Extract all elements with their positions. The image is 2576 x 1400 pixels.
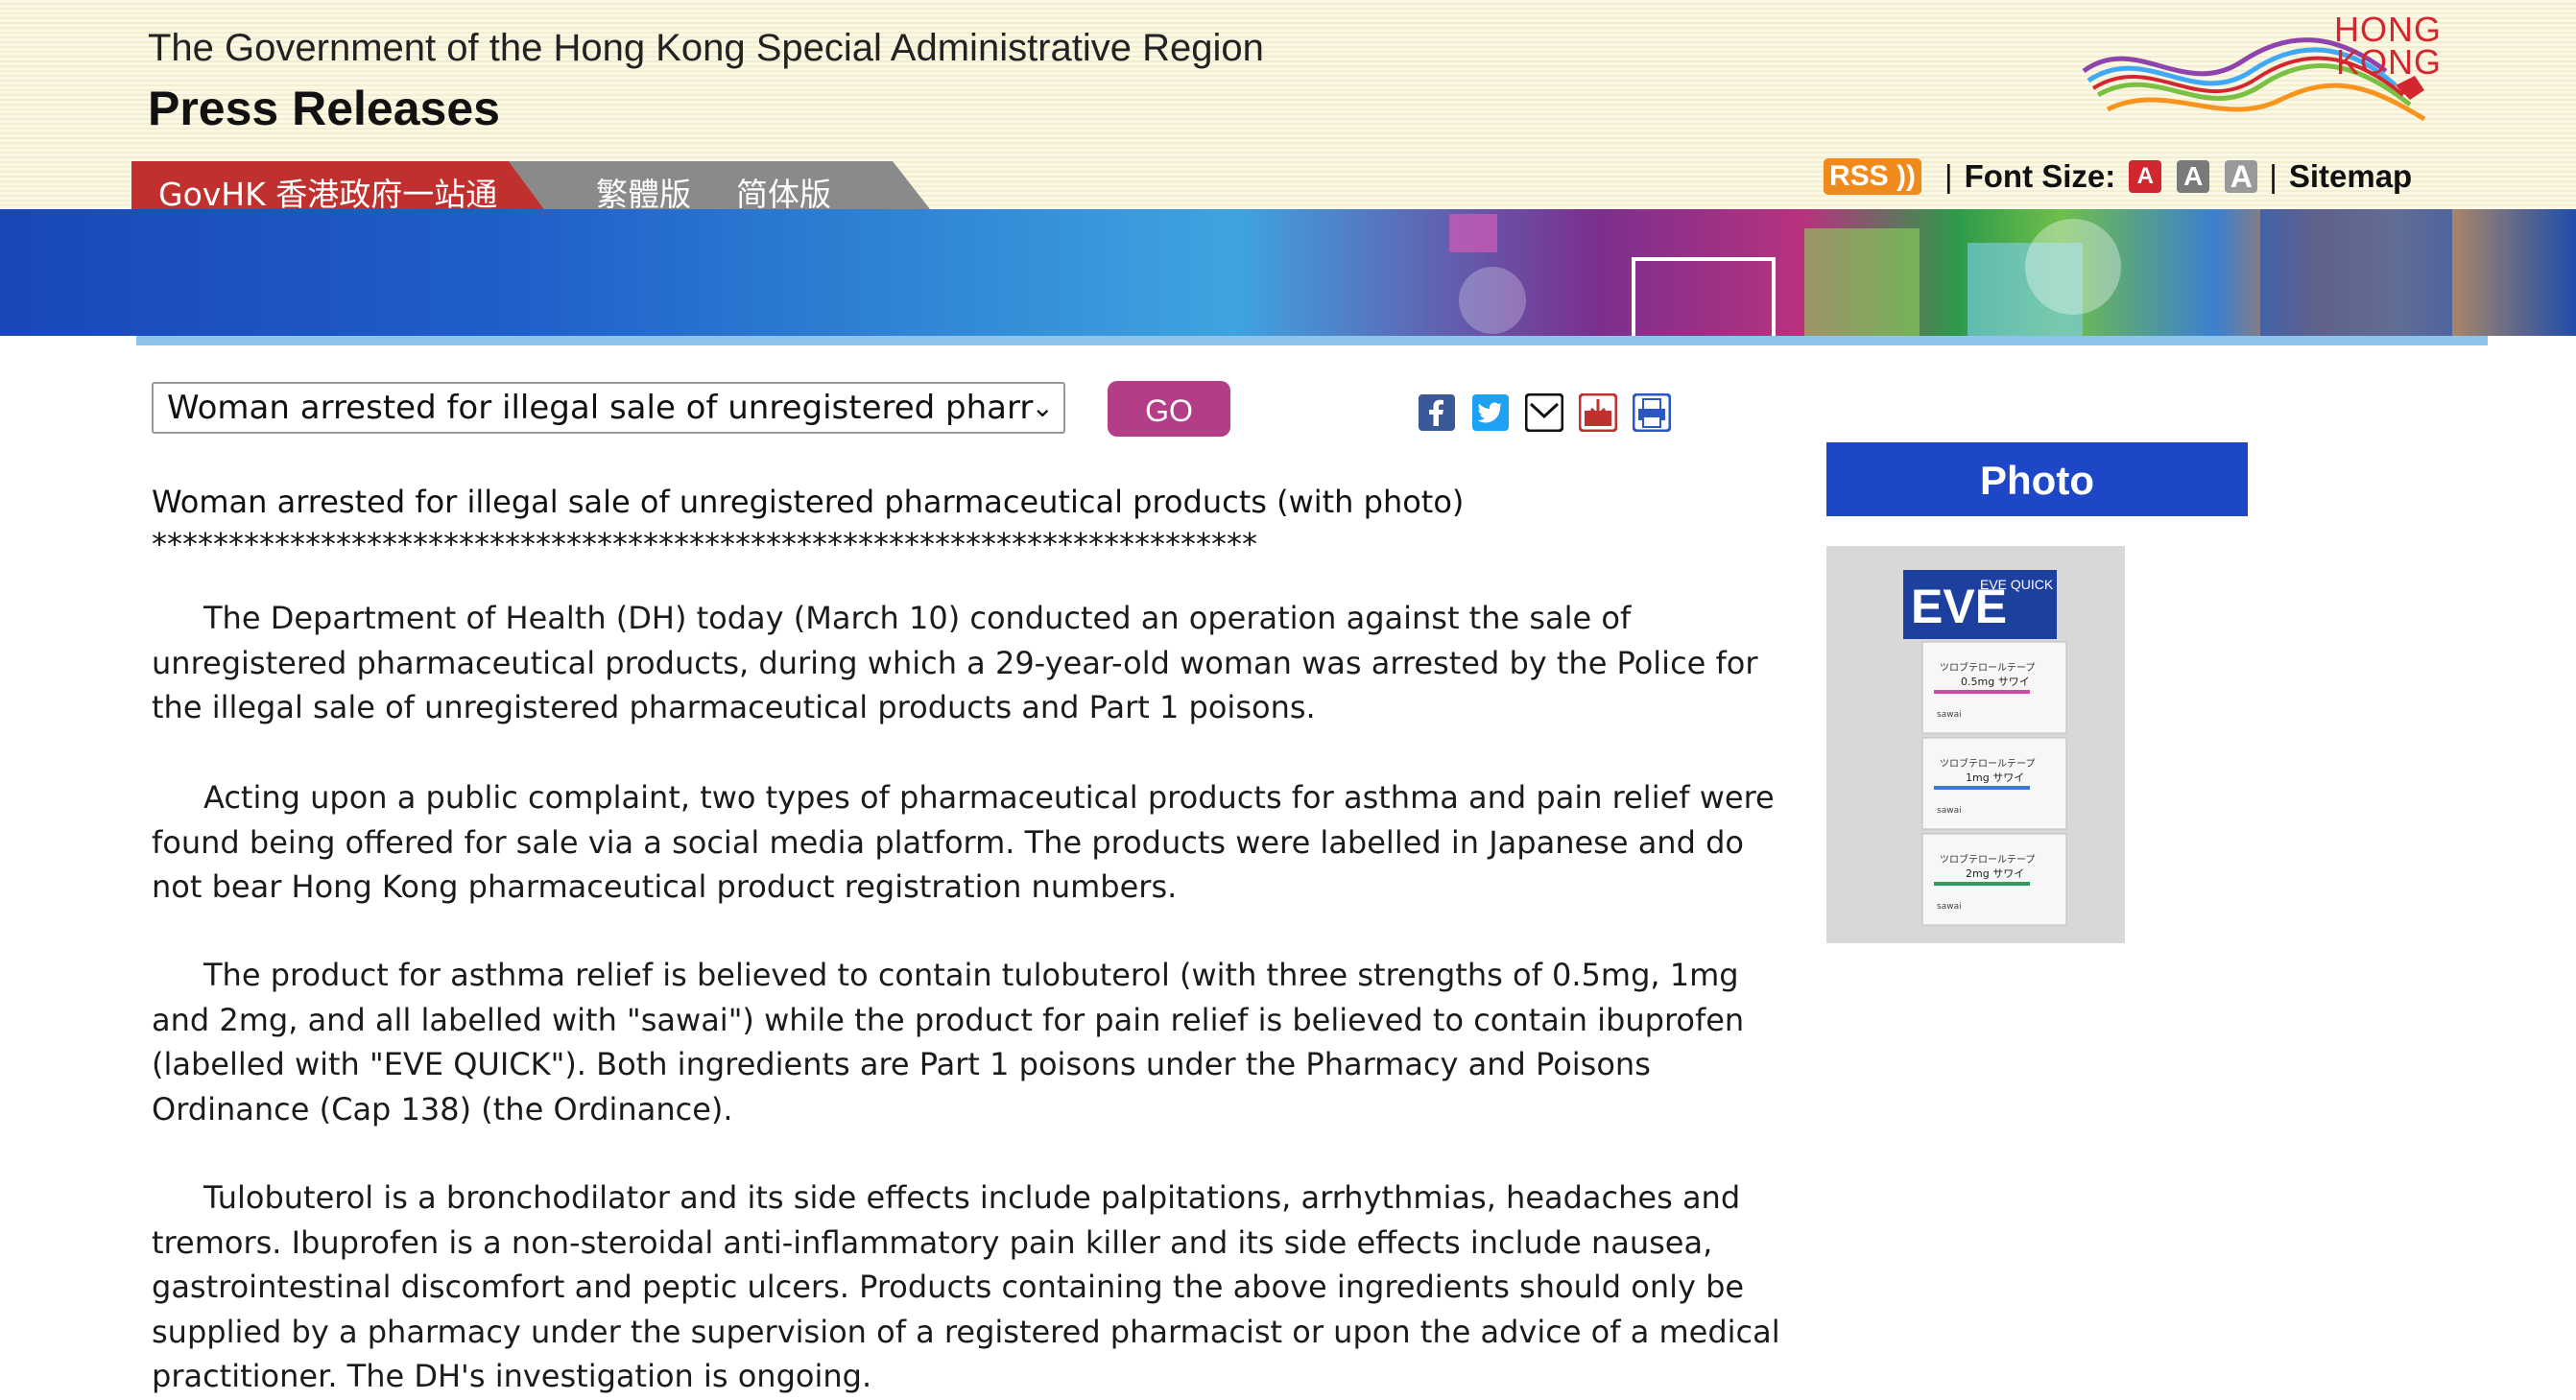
press-release-select[interactable]: Woman arrested for illegal sale of unreg… (152, 382, 1065, 434)
banner-block (2260, 209, 2452, 336)
hong-kong-wordmark: HONG KONG (2334, 10, 2442, 82)
download-icon[interactable] (1579, 393, 1617, 432)
sitemap-link[interactable]: Sitemap (2289, 158, 2412, 195)
chevron-down-icon: ⌄ (1031, 392, 1054, 423)
box-label-text: ツロブテロールテープ (1940, 757, 2035, 770)
page-header: The Government of the Hong Kong Special … (0, 0, 2576, 213)
font-size-small-button[interactable]: A (2129, 160, 2162, 193)
banner-frame (1632, 257, 1776, 336)
page-title: Press Releases (148, 82, 500, 135)
article-paragraph-1: The Department of Health (DH) today (Mar… (152, 600, 1758, 725)
language-bar: GovHK 香港政府一站通 繁體版 简体版 (131, 161, 930, 213)
box-brand-text: sawai (1937, 902, 1962, 912)
go-button[interactable]: GO (1108, 381, 1230, 437)
select-value: Woman arrested for illegal sale of unreg… (167, 389, 1034, 427)
banner-block (1449, 214, 1497, 252)
banner-underline (136, 336, 2488, 345)
rss-button[interactable]: RSS )) (1824, 158, 1922, 195)
article-paragraph-2: Acting upon a public complaint, two type… (152, 779, 1775, 905)
language-tabs (509, 161, 930, 209)
font-size-medium-button[interactable]: A (2177, 160, 2210, 193)
title-divider: ****************************************… (152, 526, 1257, 562)
separator: | (1944, 158, 1953, 194)
font-size-label: Font Size: (1964, 158, 2116, 194)
box-brand-text: sawai (1937, 710, 1962, 720)
header-banner (0, 209, 2576, 336)
rss-label: RSS (1829, 160, 1889, 192)
banner-block (1804, 228, 1920, 336)
article-title: Woman arrested for illegal sale of unreg… (152, 484, 1465, 520)
simplified-chinese-link[interactable]: 简体版 (736, 169, 831, 215)
govhk-link[interactable]: GovHK 香港政府一站通 (158, 169, 497, 215)
print-icon[interactable] (1633, 393, 1671, 432)
government-title: The Government of the Hong Kong Special … (148, 27, 1264, 69)
eve-quick-text: EVE QUICK (1980, 577, 2054, 592)
box-label-text: ツロブテロールテープ (1940, 661, 2035, 674)
font-size-large-button[interactable]: A (2225, 160, 2258, 193)
brand-hong-kong-logo[interactable]: HONG KONG (2079, 10, 2453, 138)
article-paragraph-4: Tulobuterol is a bronchodilator and its … (152, 1179, 1780, 1394)
product-photo-image: EVE EVE QUICK ツロブテロールテープ 0.5mg サワイ sawai… (1826, 546, 2125, 943)
banner-circle (1459, 267, 1526, 334)
banner-circle (2025, 219, 2121, 315)
email-icon[interactable] (1525, 393, 1563, 432)
box-label-text: ツロブテロールテープ (1940, 853, 2035, 866)
box-dose-text: 0.5mg サワイ (1961, 676, 2030, 688)
rss-feed-icon: )) (1888, 160, 1917, 192)
box-dose-text: 1mg サワイ (1966, 771, 2024, 784)
utility-links: RSS )) | Font Size: A A A | Sitemap (1824, 155, 2412, 198)
twitter-icon[interactable] (1471, 393, 1510, 432)
traditional-chinese-link[interactable]: 繁體版 (596, 169, 691, 215)
article-paragraph-3: The product for asthma relief is believe… (152, 957, 1745, 1127)
product-photo[interactable]: EVE EVE QUICK ツロブテロールテープ 0.5mg サワイ sawai… (1826, 546, 2125, 943)
separator: | (2269, 158, 2278, 194)
tulobuterol-box-1: ツロブテロールテープ 0.5mg サワイ sawai (1921, 641, 2067, 734)
tulobuterol-box-3: ツロブテロールテープ 2mg サワイ sawai (1921, 833, 2067, 926)
photo-heading: Photo (1826, 442, 2248, 516)
box-brand-text: sawai (1937, 806, 1962, 816)
facebook-icon[interactable] (1418, 393, 1456, 432)
box-dose-text: 2mg サワイ (1966, 867, 2024, 880)
tulobuterol-box-2: ツロブテロールテープ 1mg サワイ sawai (1921, 737, 2067, 830)
